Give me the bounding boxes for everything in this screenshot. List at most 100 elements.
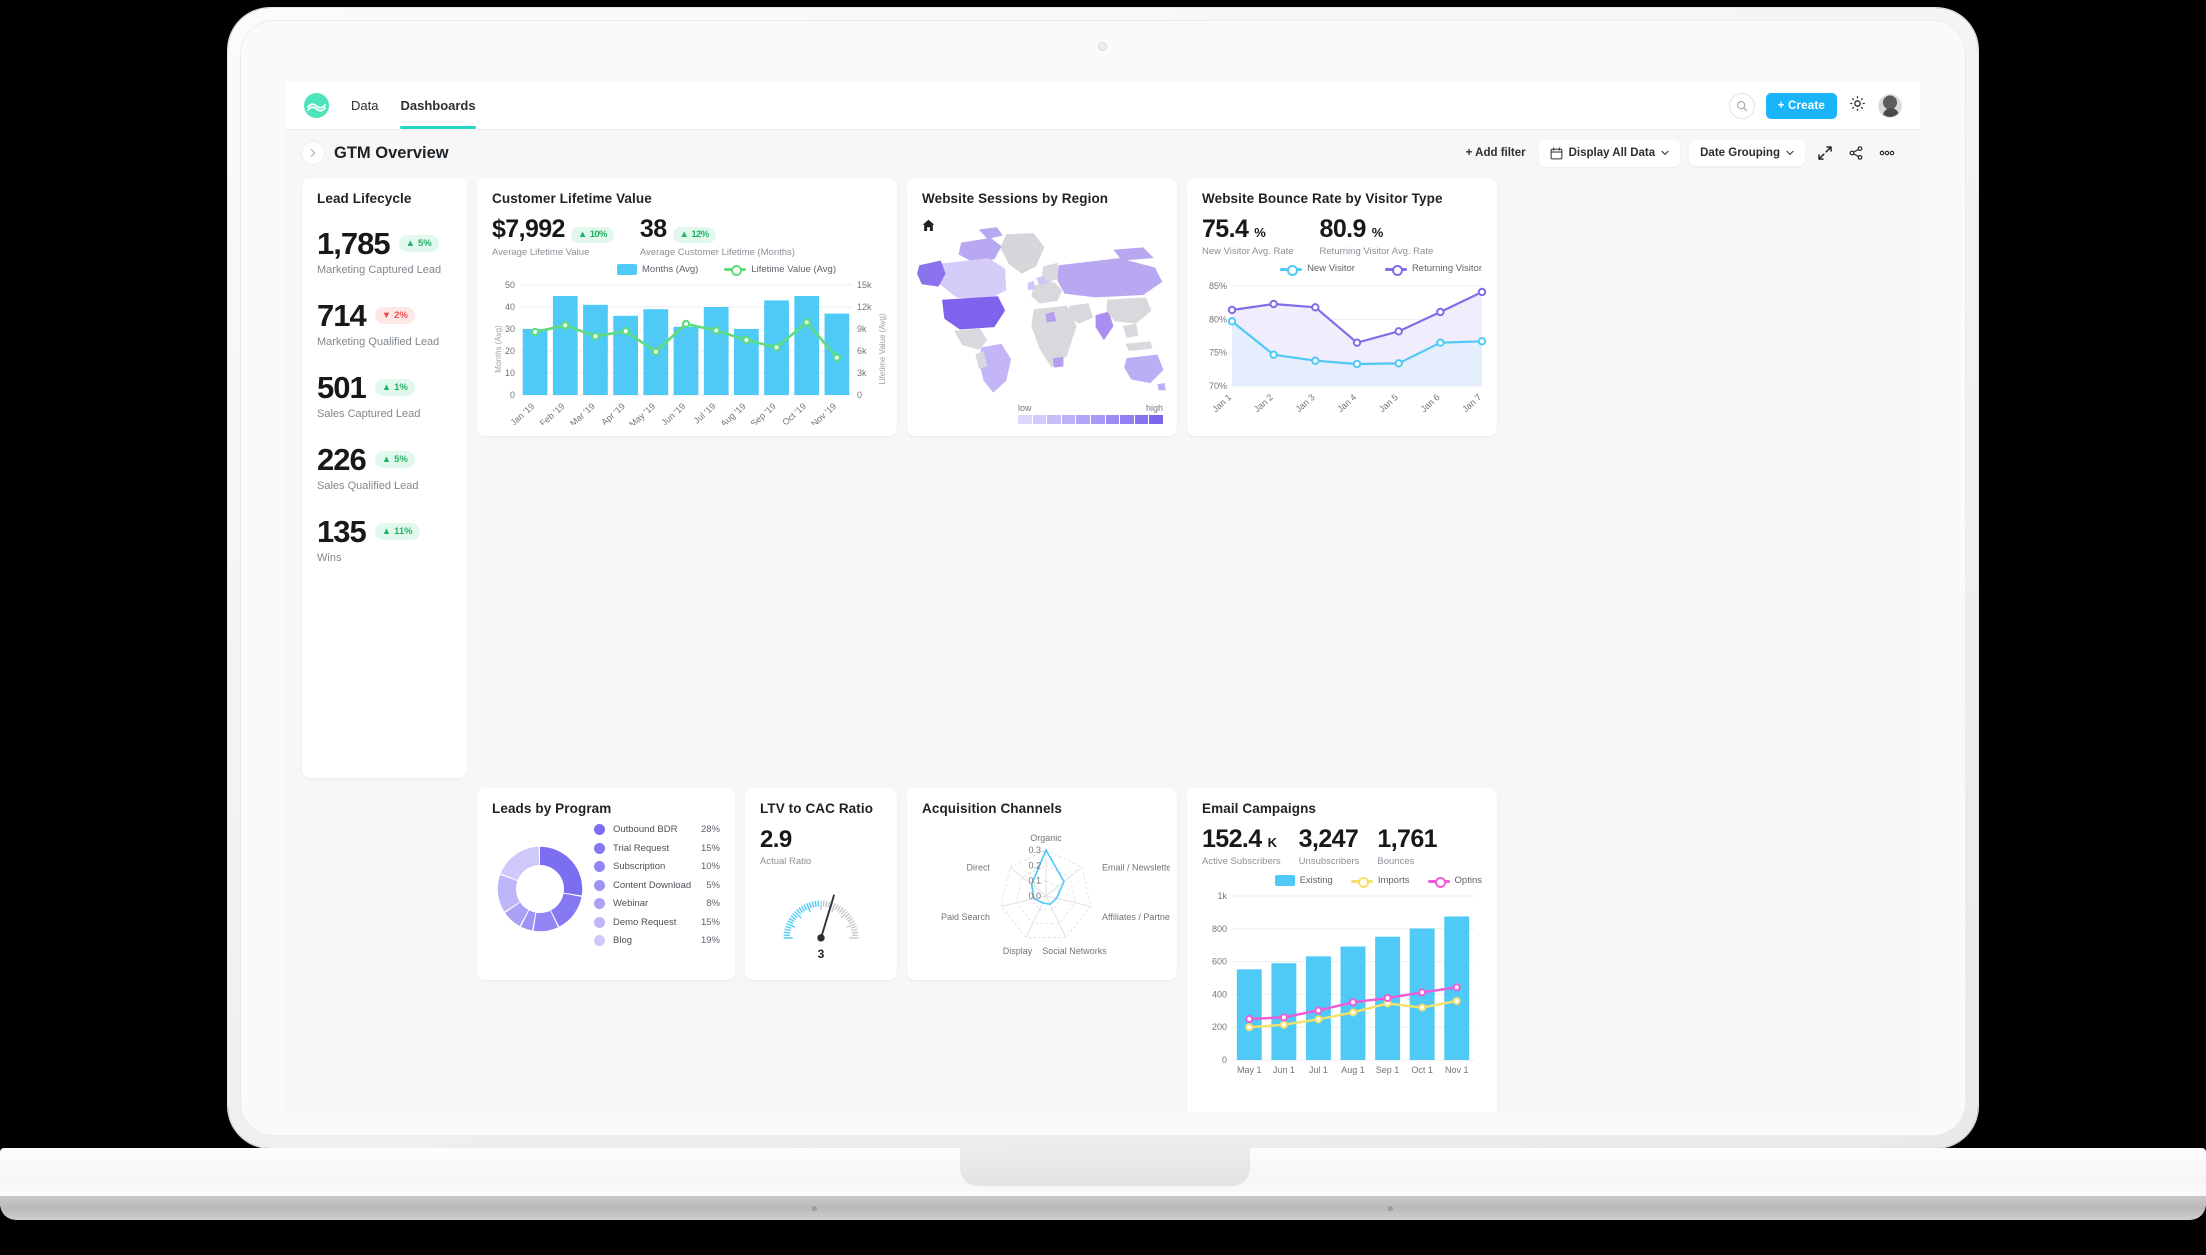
legend-item[interactable]: Lifetime Value (Avg)	[724, 264, 836, 275]
legend-value: 19%	[701, 935, 720, 946]
app-logo-icon[interactable]	[304, 93, 329, 118]
svg-text:0.0: 0.0	[1028, 891, 1041, 901]
expand-icon	[1818, 146, 1832, 160]
svg-text:70%: 70%	[1209, 381, 1227, 391]
legend-swatch	[1280, 264, 1302, 274]
legend-value: 15%	[701, 843, 720, 854]
user-avatar[interactable]	[1878, 94, 1902, 118]
status-badge: ▲11%	[375, 523, 420, 540]
svg-text:50: 50	[505, 280, 515, 290]
metric: 80.9% Returning Visitor Avg. Rate	[1320, 217, 1434, 257]
svg-text:12k: 12k	[857, 302, 872, 312]
navbar-actions: + Create	[1729, 93, 1902, 119]
metric-value: 75.4	[1202, 217, 1248, 242]
kpi-value: 501	[317, 372, 366, 403]
legend-item[interactable]: Subscription10%	[594, 861, 720, 872]
card-title-leads-program: Leads by Program	[492, 801, 720, 816]
more-options-button[interactable]	[1876, 142, 1898, 164]
expand-button[interactable]	[1814, 142, 1836, 164]
metric-value: 1,761	[1377, 827, 1437, 852]
metric: 38 ▲12% Average Customer Lifetime (Month…	[640, 217, 795, 258]
base-dot	[812, 1206, 817, 1211]
legend-item[interactable]: Blog19%	[594, 935, 720, 946]
card-title-bounce: Website Bounce Rate by Visitor Type	[1202, 191, 1482, 206]
legend-item[interactable]: Webinar8%	[594, 898, 720, 909]
kpi-label: Wins	[317, 552, 452, 564]
kpi-value: 1,785	[317, 228, 390, 259]
svg-text:Feb '19: Feb '19	[538, 401, 567, 425]
legend-label: Webinar	[613, 898, 706, 909]
chart-website-bounce-rate: 70%75%80%85% Jan 1Jan 2Jan 3Jan 4Jan 5Ja…	[1202, 278, 1488, 418]
svg-text:Sep '19: Sep '19	[749, 401, 778, 425]
webcam-icon	[1098, 42, 1107, 51]
svg-text:Jun '19: Jun '19	[659, 401, 687, 425]
legend-item[interactable]: Trial Request15%	[594, 843, 720, 854]
card-lead-lifecycle: Lead Lifecycle 1,785 ▲5% Marketing Captu…	[302, 178, 467, 778]
legend-item[interactable]: Existing	[1275, 875, 1333, 886]
status-badge: ▲5%	[375, 451, 415, 468]
display-all-data-label: Display All Data	[1569, 147, 1656, 159]
legend-item[interactable]: New Visitor	[1280, 263, 1355, 274]
metric-label: Average Customer Lifetime (Months)	[640, 247, 795, 258]
card-title-acquisition: Acquisition Channels	[922, 801, 1162, 816]
nav-tab-dashboards[interactable]: Dashboards	[400, 82, 475, 129]
card-title-ltv-cac: LTV to CAC Ratio	[760, 801, 882, 816]
legend-swatch	[1428, 876, 1450, 886]
svg-text:Jan '19: Jan '19	[508, 401, 536, 425]
svg-text:Paid Search: Paid Search	[941, 912, 990, 922]
metric-value: $7,992	[492, 217, 565, 242]
svg-text:6k: 6k	[857, 346, 867, 356]
collapse-panel-button[interactable]	[302, 142, 324, 164]
svg-text:May '19: May '19	[627, 401, 657, 425]
metric-value: 3,247	[1299, 827, 1359, 852]
chart-customer-lifetime-value: 01020304050 03k6k9k12k15k Jan '19Feb '19…	[492, 277, 892, 425]
legend-item[interactable]: Optins	[1428, 875, 1482, 886]
legend-label: Content Download	[613, 880, 706, 891]
nav-tab-data[interactable]: Data	[351, 82, 378, 129]
svg-text:10: 10	[505, 368, 515, 378]
legend-label: Imports	[1378, 875, 1410, 886]
legend-swatch	[594, 935, 605, 946]
svg-text:Aug '19: Aug '19	[719, 401, 748, 425]
svg-text:Mar '19: Mar '19	[568, 401, 597, 425]
legend-item[interactable]: Demo Request15%	[594, 917, 720, 928]
legend-item[interactable]: Imports	[1351, 875, 1410, 886]
list-item: 501 ▲1% Sales Captured Lead	[317, 372, 452, 420]
svg-text:Display: Display	[1003, 946, 1033, 956]
kpi-label: Marketing Qualified Lead	[317, 336, 452, 348]
y-axis-title: Months (Avg)	[494, 324, 503, 372]
app-screen: Data Dashboards + Create	[286, 82, 1920, 1112]
svg-text:Oct '19: Oct '19	[780, 401, 808, 425]
display-all-data-dropdown[interactable]: Display All Data	[1539, 140, 1681, 167]
legend-label: Outbound BDR	[613, 824, 701, 835]
add-filter-button[interactable]: + Add filter	[1455, 140, 1530, 166]
search-icon	[1736, 100, 1748, 112]
email-metrics: 152.4K Active Subscribers 3,247 Unsubscr…	[1202, 827, 1482, 867]
date-grouping-dropdown[interactable]: Date Grouping	[1689, 140, 1805, 166]
legend-swatch	[594, 824, 605, 835]
legend-swatch	[1351, 876, 1373, 886]
chevron-down-icon	[1786, 150, 1794, 156]
legend-item[interactable]: Outbound BDR28%	[594, 824, 720, 835]
share-button[interactable]	[1845, 142, 1867, 164]
create-button[interactable]: + Create	[1766, 93, 1837, 119]
search-button[interactable]	[1729, 93, 1755, 119]
svg-text:15k: 15k	[857, 280, 872, 290]
settings-button[interactable]	[1848, 94, 1867, 118]
card-email-campaigns: Email Campaigns 152.4K Active Subscriber…	[1187, 788, 1497, 1112]
kpi-value: 226	[317, 444, 366, 475]
legend-label: Optins	[1455, 875, 1482, 886]
gauge-ltv-cac	[765, 877, 877, 949]
legend-item[interactable]: Returning Visitor	[1385, 263, 1482, 274]
svg-text:Jan 5: Jan 5	[1377, 392, 1400, 414]
svg-text:Oct 1: Oct 1	[1411, 1065, 1433, 1075]
legend-item[interactable]: Months (Avg)	[617, 264, 698, 275]
svg-text:9k: 9k	[857, 324, 867, 334]
chart-legend: New Visitor Returning Visitor	[1202, 263, 1482, 274]
laptop-trackpad-notch	[960, 1148, 1250, 1186]
kpi-value: 135	[317, 516, 366, 547]
world-map-choropleth[interactable]	[917, 220, 1167, 395]
legend-item[interactable]: Content Download5%	[594, 880, 720, 891]
svg-text:30: 30	[505, 324, 515, 334]
clv-metrics: $7,992 ▲10% Average Lifetime Value 38 ▲1…	[492, 217, 882, 258]
